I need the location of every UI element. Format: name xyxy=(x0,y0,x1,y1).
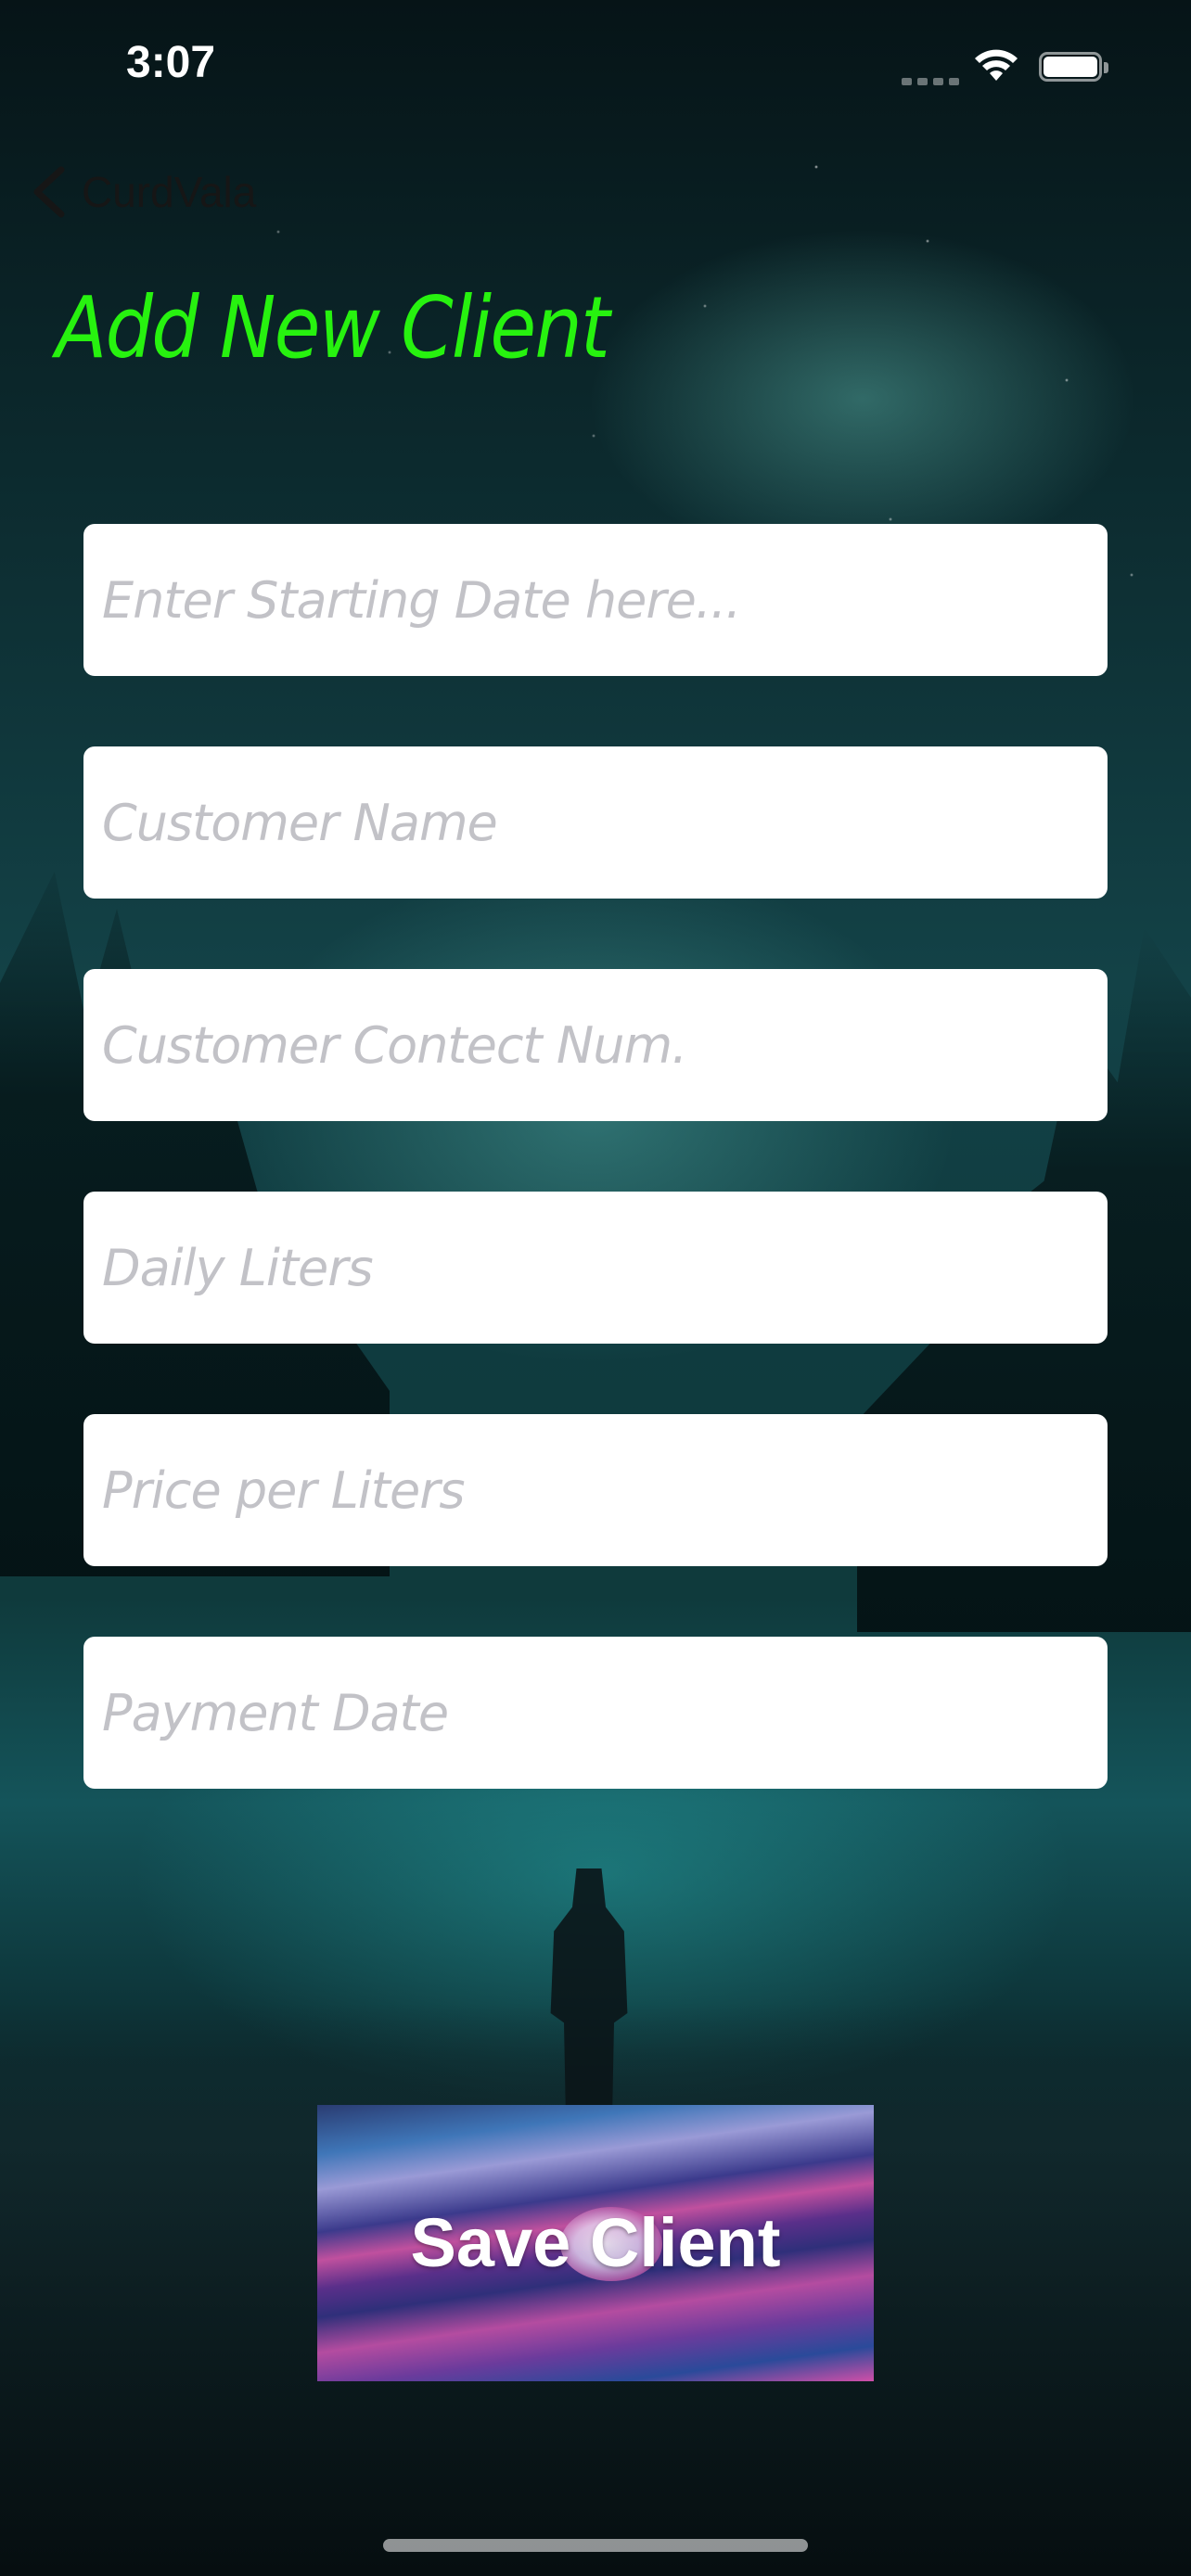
home-indicator[interactable] xyxy=(383,2539,808,2552)
daily-liters-input[interactable] xyxy=(83,1192,1108,1344)
back-button-label: CurdVala xyxy=(82,168,257,216)
status-bar: 3:07 xyxy=(0,0,1191,139)
status-time: 3:07 xyxy=(126,38,216,87)
back-button[interactable]: CurdVala xyxy=(28,158,256,226)
cellular-signal-icon xyxy=(902,74,961,85)
chevron-left-icon xyxy=(33,166,65,218)
customer-contact-input[interactable] xyxy=(83,969,1108,1121)
starting-date-input[interactable] xyxy=(83,524,1108,676)
price-per-liter-input[interactable] xyxy=(83,1414,1108,1566)
save-client-label: Save Client xyxy=(410,2204,781,2281)
payment-date-input[interactable] xyxy=(83,1637,1108,1789)
battery-icon xyxy=(1039,52,1111,83)
page-title: Add New Client xyxy=(56,278,610,377)
wifi-icon xyxy=(975,49,1018,81)
save-client-button[interactable]: Save Client xyxy=(317,2105,874,2381)
customer-name-input[interactable] xyxy=(83,746,1108,899)
